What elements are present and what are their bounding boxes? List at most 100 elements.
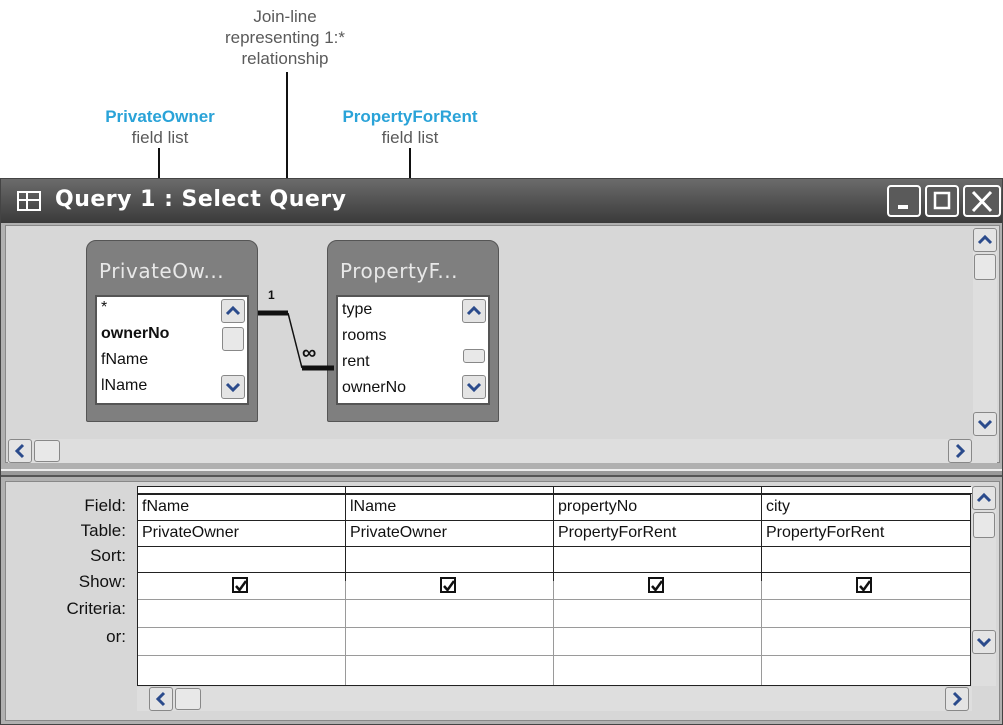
design-horizontal-scrollbar[interactable] xyxy=(8,439,997,463)
scroll-left-button[interactable] xyxy=(149,687,173,711)
minimize-button[interactable] xyxy=(887,185,921,217)
field-item[interactable]: fName xyxy=(101,351,148,369)
row-label-field: Field: xyxy=(84,496,126,515)
chevron-up-icon xyxy=(225,305,241,316)
column-selector[interactable] xyxy=(554,487,761,494)
field-item[interactable]: ownerNo xyxy=(101,325,169,343)
minimize-icon xyxy=(898,205,908,209)
scroll-down-button[interactable] xyxy=(972,630,996,654)
scroll-down-button[interactable] xyxy=(462,375,486,399)
chevron-left-icon xyxy=(155,691,166,707)
row-label-table: Table: xyxy=(80,521,126,540)
design-vertical-scrollbar[interactable] xyxy=(973,228,997,460)
column-selector[interactable] xyxy=(138,487,345,494)
row-label-sort: Sort: xyxy=(90,546,126,565)
field-item[interactable]: * xyxy=(101,299,107,317)
show-checkbox[interactable] xyxy=(232,577,248,593)
scroll-up-button[interactable] xyxy=(973,228,997,252)
grid-line xyxy=(345,487,346,581)
design-grid-area: Field: Table: Sort: Show: Criteria: or: xyxy=(5,481,1000,721)
join-line-annotation: Join-line representing 1:* relationship xyxy=(185,6,385,69)
property-for-rent-field-list[interactable]: PropertyF... type rooms rent ownerNo xyxy=(327,240,499,422)
join-line[interactable] xyxy=(258,302,338,382)
chevron-down-icon xyxy=(225,382,241,393)
field-item[interactable]: lName xyxy=(101,377,147,395)
property-annotation-title: PropertyForRent xyxy=(342,107,478,126)
scroll-thumb[interactable] xyxy=(34,440,60,462)
field-list-scrollbar[interactable] xyxy=(462,299,486,401)
field-item[interactable]: type xyxy=(342,301,372,319)
row-label-or: or: xyxy=(106,627,126,646)
field-cell[interactable]: lName xyxy=(350,498,396,516)
close-button[interactable] xyxy=(963,185,1001,217)
scroll-down-button[interactable] xyxy=(221,375,245,399)
window-title: Query 1 : Select Query xyxy=(55,187,347,212)
private-owner-annotation-sub: field list xyxy=(131,128,189,147)
maximize-button[interactable] xyxy=(925,185,959,217)
scroll-down-button[interactable] xyxy=(973,412,997,436)
column-selector[interactable] xyxy=(346,487,553,494)
join-line-annotation-line-1: Join-line xyxy=(253,7,317,26)
scroll-up-button[interactable] xyxy=(221,299,245,323)
grid-line xyxy=(138,520,970,521)
scroll-up-button[interactable] xyxy=(972,486,996,510)
field-item[interactable]: rooms xyxy=(342,327,386,345)
grid-line xyxy=(553,487,554,581)
pane-splitter[interactable] xyxy=(1,469,1002,477)
chevron-right-icon xyxy=(955,443,966,459)
query-design-grid: fName PrivateOwner lName PrivateOwner pr… xyxy=(137,486,972,686)
field-cell[interactable]: propertyNo xyxy=(558,498,637,516)
field-list-body: type rooms rent ownerNo xyxy=(336,295,490,405)
grid-line xyxy=(138,599,970,600)
show-checkbox[interactable] xyxy=(440,577,456,593)
query-window: Query 1 : Select Query PrivateOw... * ow… xyxy=(0,178,1003,725)
show-checkbox[interactable] xyxy=(648,577,664,593)
close-icon xyxy=(971,190,993,213)
chevron-left-icon xyxy=(14,443,25,459)
table-cell[interactable]: PropertyForRent xyxy=(766,524,884,542)
scroll-right-button[interactable] xyxy=(945,687,969,711)
column-selector[interactable] xyxy=(762,487,972,494)
show-checkbox[interactable] xyxy=(856,577,872,593)
scroll-right-button[interactable] xyxy=(948,439,972,463)
property-annotation-sub: field list xyxy=(381,128,439,147)
scroll-thumb[interactable] xyxy=(175,688,201,710)
title-bar[interactable]: Query 1 : Select Query xyxy=(1,179,1002,223)
field-list-scrollbar[interactable] xyxy=(221,299,245,401)
chevron-up-icon xyxy=(977,234,993,245)
checkmark-icon xyxy=(235,580,248,593)
field-item[interactable]: ownerNo xyxy=(342,379,406,397)
grid-line xyxy=(138,546,970,547)
table-cell[interactable]: PropertyForRent xyxy=(558,524,676,542)
maximize-icon xyxy=(933,191,951,210)
field-item[interactable]: rent xyxy=(342,353,370,371)
private-owner-field-list[interactable]: PrivateOw... * ownerNo fName lName xyxy=(86,240,258,422)
grid-vertical-scrollbar[interactable] xyxy=(972,486,996,686)
field-cell[interactable]: fName xyxy=(142,498,189,516)
grid-line xyxy=(761,487,762,581)
grid-line xyxy=(138,655,970,656)
field-cell[interactable]: city xyxy=(766,498,790,516)
grid-line xyxy=(138,572,970,573)
scroll-up-button[interactable] xyxy=(462,299,486,323)
scroll-thumb[interactable] xyxy=(222,327,244,351)
grid-horizontal-scrollbar[interactable] xyxy=(137,687,972,711)
one-side-label: 1 xyxy=(268,288,275,302)
table-cell[interactable]: PrivateOwner xyxy=(350,524,447,542)
chevron-up-icon xyxy=(466,305,482,316)
field-list-body: * ownerNo fName lName xyxy=(95,295,249,405)
row-label-criteria: Criteria: xyxy=(66,599,126,618)
scroll-thumb[interactable] xyxy=(973,512,995,538)
field-list-title: PropertyF... xyxy=(340,259,458,283)
private-owner-annotation-title: PrivateOwner xyxy=(105,107,215,126)
table-cell[interactable]: PrivateOwner xyxy=(142,524,239,542)
grid-line xyxy=(138,494,970,495)
scroll-thumb[interactable] xyxy=(974,254,996,280)
scroll-thumb[interactable] xyxy=(463,349,485,363)
property-annotation: PropertyForRent field list xyxy=(310,106,510,148)
checkmark-icon xyxy=(651,580,664,593)
checkmark-icon xyxy=(443,580,456,593)
row-label-show: Show: xyxy=(78,572,126,591)
chevron-down-icon xyxy=(977,419,993,430)
scroll-left-button[interactable] xyxy=(8,439,32,463)
